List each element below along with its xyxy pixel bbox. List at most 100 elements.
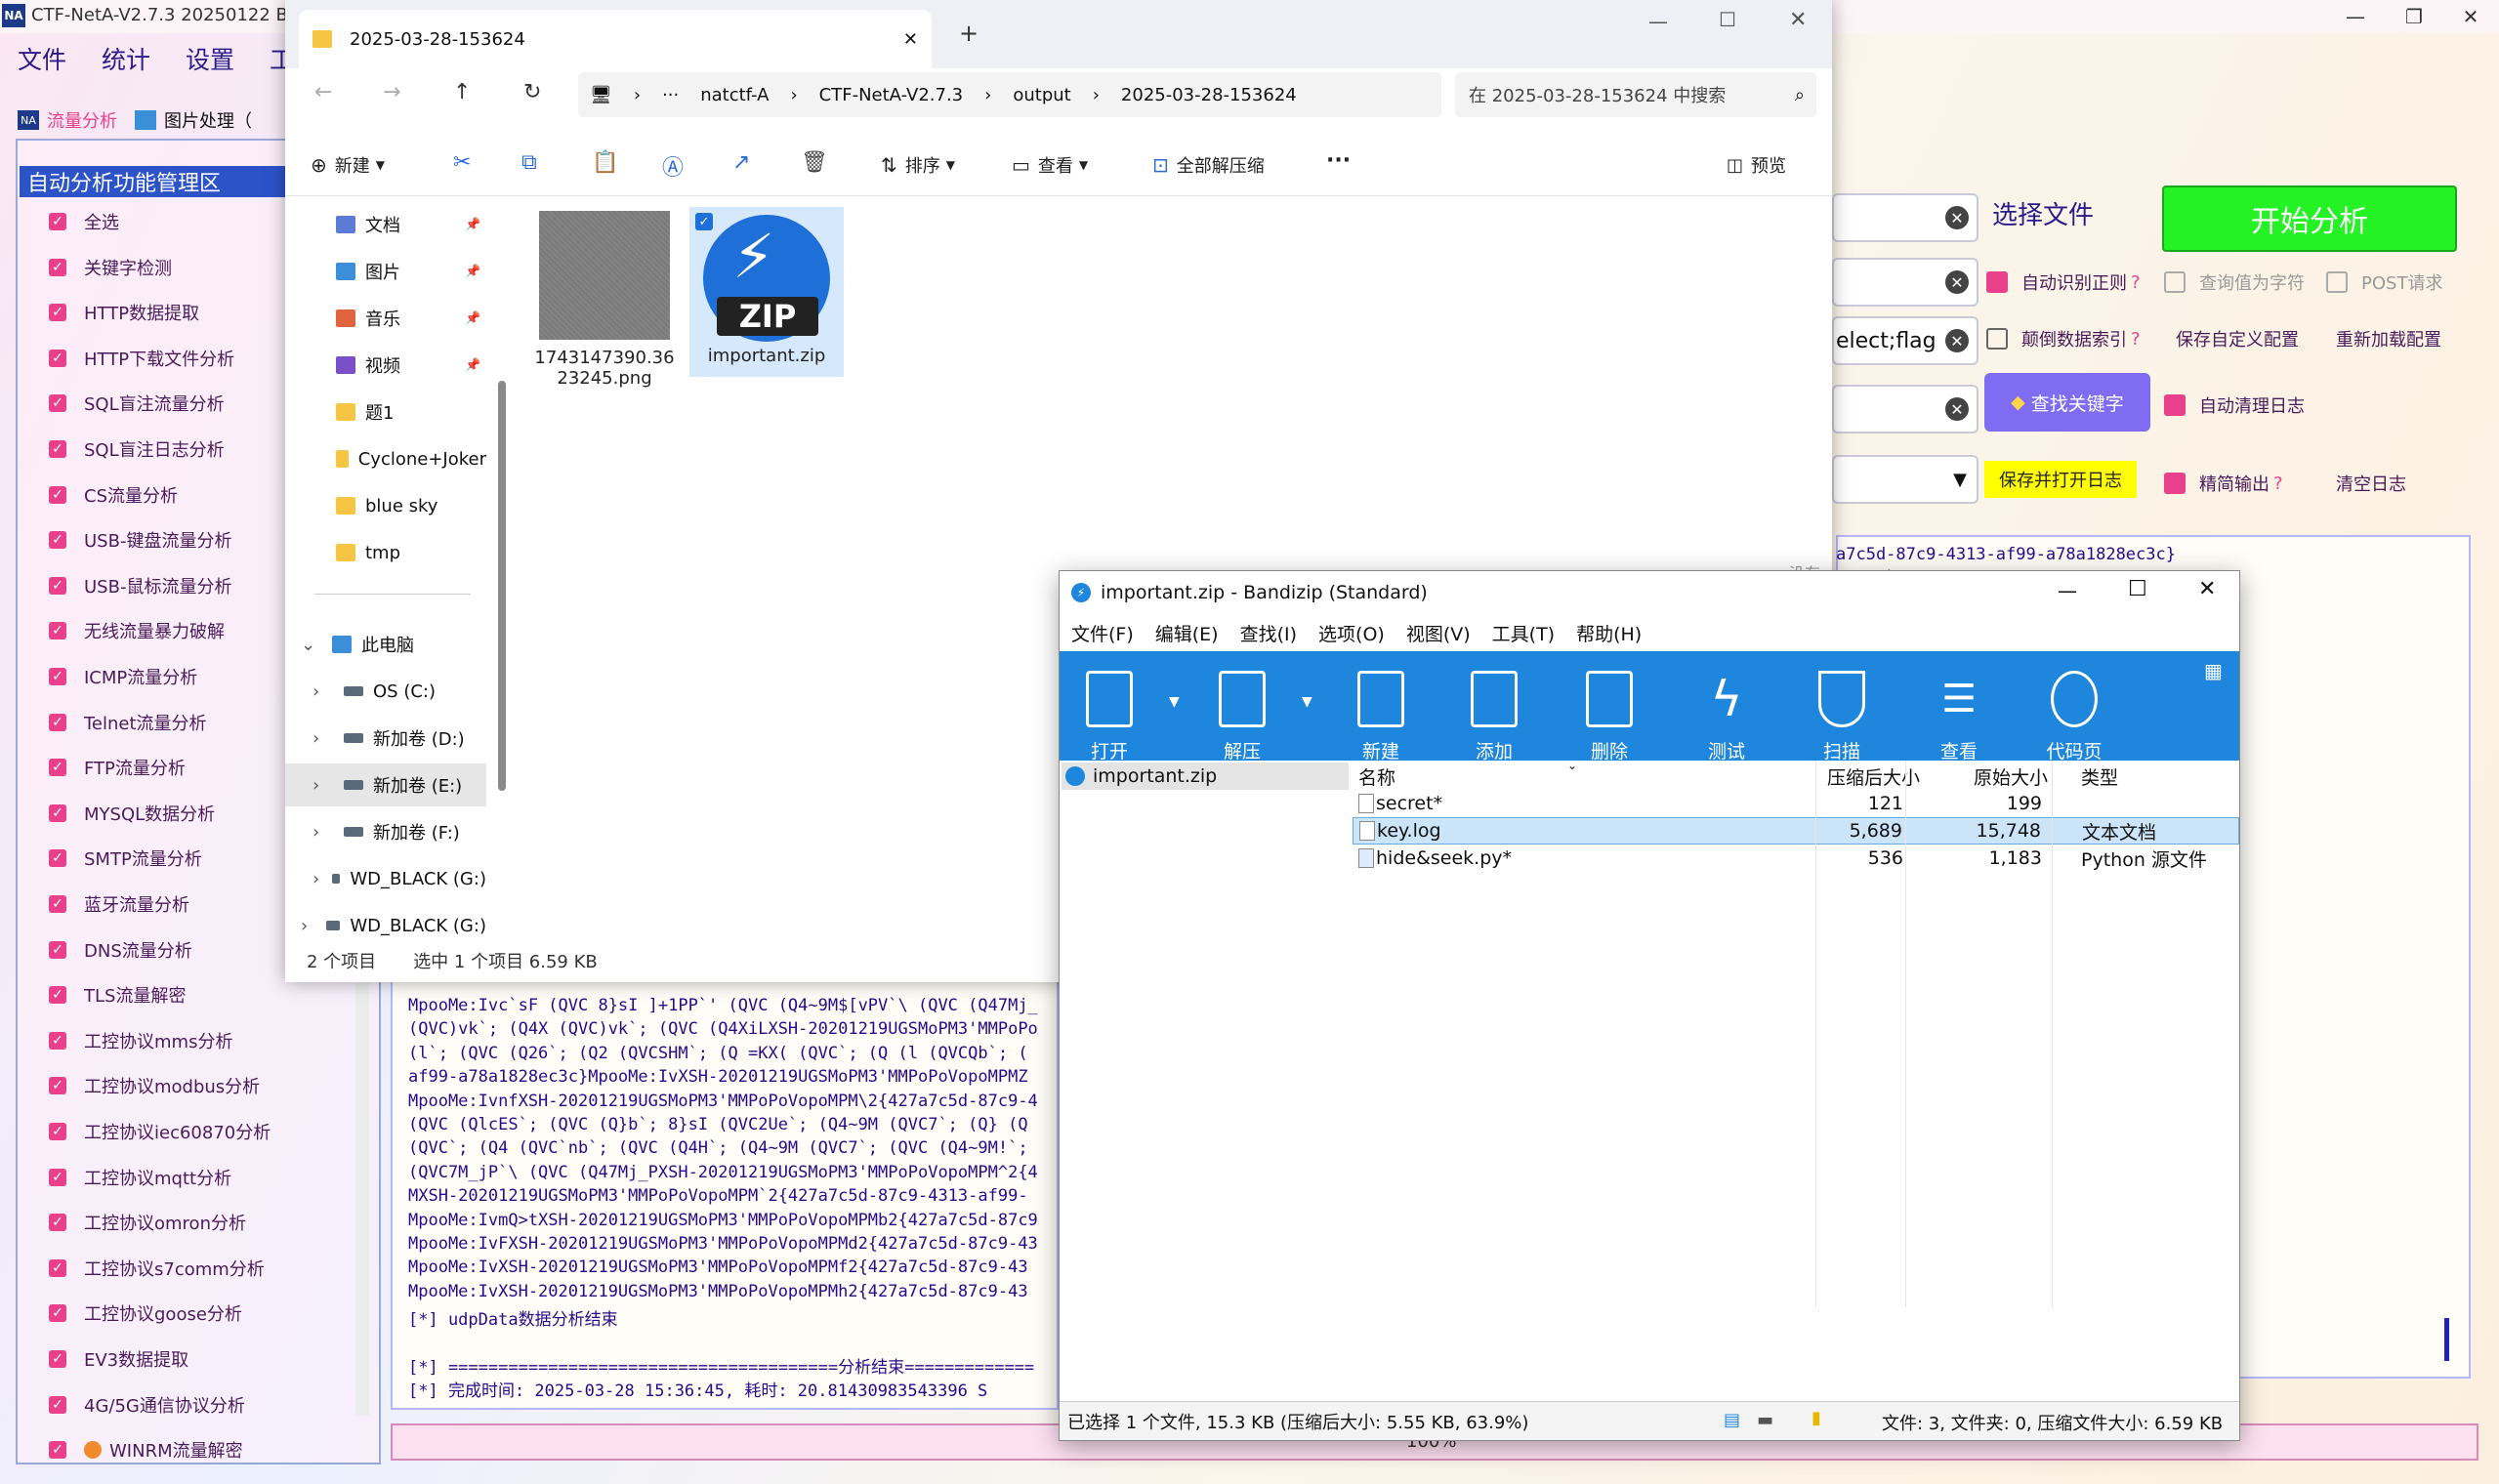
reload-config-button[interactable]: 重新加载配置 <box>2336 326 2441 351</box>
file-zip[interactable]: ✓ ⚡ ZIP important.zip <box>689 207 844 377</box>
panel-item[interactable]: ✓ 全选 <box>49 207 119 236</box>
help-icon[interactable]: ? <box>2131 329 2141 350</box>
bz-menu-file[interactable]: 文件(F) <box>1071 620 1134 646</box>
explorer-search-input[interactable]: 在 2025-03-28-153624 中搜索 ⌕ <box>1455 72 1816 117</box>
back-arrow-icon[interactable]: ← <box>314 80 332 104</box>
search-input[interactable]: ✕ <box>1832 385 1978 433</box>
explorer-close-icon[interactable]: ✕ <box>1789 8 1807 32</box>
clear-log-button[interactable]: 清空日志 <box>2336 471 2406 496</box>
panel-item[interactable]: ✓ USB-鼠标流量分析 <box>49 571 231 600</box>
file-path-input[interactable]: ✕ <box>1832 193 1978 242</box>
sidebar-item[interactable]: Cyclone+Joker <box>285 437 486 480</box>
panel-item[interactable]: ✓ ICMP流量分析 <box>49 662 197 691</box>
bz-delete-button[interactable]: 删除 <box>1565 663 1653 763</box>
bandizip-close-icon[interactable]: ✕ <box>2198 577 2216 601</box>
panel-item[interactable]: ✓ USB-键盘流量分析 <box>49 525 231 555</box>
panel-item[interactable]: ✓ HTTP下载文件分析 <box>49 344 234 373</box>
bandizip-maximize-icon[interactable]: ☐ <box>2128 577 2147 601</box>
panel-item[interactable]: ✓ 蓝牙流量分析 <box>49 889 189 919</box>
bz-menu-edit[interactable]: 编辑(E) <box>1155 620 1219 646</box>
sidebar-item[interactable]: ⌄ 此电脑 <box>285 623 486 666</box>
auto-regex-checkbox[interactable]: 自动识别正则 ? <box>1986 269 2141 295</box>
new-button[interactable]: ⊕ 新建 ▼ <box>311 152 385 178</box>
panel-item[interactable]: ✓ 关键字检测 <box>49 253 172 282</box>
chevron-right-icon[interactable]: › <box>312 822 332 843</box>
neta-maximize-icon[interactable]: ❐ <box>2385 0 2443 33</box>
sidebar-item[interactable]: tmp <box>285 531 486 574</box>
bz-menu-help[interactable]: 帮助(H) <box>1576 620 1642 646</box>
sidebar-scrollbar[interactable] <box>498 381 506 791</box>
tree-root-item[interactable]: important.zip <box>1062 763 1349 790</box>
layout-grid-icon[interactable]: ▦ <box>2204 659 2223 682</box>
clear-icon[interactable]: ✕ <box>1945 206 1969 229</box>
sidebar-item[interactable]: blue sky <box>285 484 486 527</box>
chevron-right-icon[interactable]: › <box>312 869 320 889</box>
panel-item[interactable]: ✓ DNS流量分析 <box>49 935 192 965</box>
bz-scan-button[interactable]: 扫描 <box>1798 663 1886 763</box>
sidebar-item[interactable]: 文档 📌 <box>285 203 486 246</box>
explorer-minimize-icon[interactable]: — <box>1648 10 1668 33</box>
choose-file-button[interactable]: 选择文件 <box>1992 195 2094 231</box>
sidebar-item[interactable]: 音乐 📌 <box>285 297 486 340</box>
clear-icon[interactable]: ✕ <box>1945 329 1969 352</box>
close-tab-icon[interactable]: ✕ <box>903 29 918 50</box>
chevron-down-icon[interactable]: ▼ <box>1302 694 1312 710</box>
chevron-right-icon[interactable]: › <box>312 775 332 796</box>
bz-test-button[interactable]: ϟ 测试 <box>1683 663 1770 763</box>
chevron-right-icon[interactable]: › <box>301 916 314 936</box>
bz-menu-view[interactable]: 视图(V) <box>1406 620 1471 646</box>
breadcrumb-item[interactable]: CTF-NetA-V2.7.3 <box>819 85 963 105</box>
panel-item[interactable]: ✓ EV3数据提取 <box>49 1344 188 1374</box>
paste-icon[interactable]: 📋 <box>592 150 618 175</box>
start-analysis-button[interactable]: 开始分析 <box>2162 186 2457 252</box>
sort-button[interactable]: ⇅ 排序 ▼ <box>881 152 955 178</box>
tab-image-processing[interactable]: 图片处理（ <box>135 107 252 133</box>
encoding-select[interactable]: ▼ <box>1832 455 1978 504</box>
bz-new-button[interactable]: 新建 <box>1337 663 1425 763</box>
bz-codepage-button[interactable]: 代码页 <box>2030 663 2118 763</box>
panel-item[interactable]: ✓ SMTP流量分析 <box>49 844 202 873</box>
panel-item[interactable]: ✓ CS流量分析 <box>49 480 178 510</box>
panel-item[interactable]: ✓ Telnet流量分析 <box>49 708 207 737</box>
table-row[interactable]: hide&seek.py* 536 1,183 Python 源文件 <box>1353 845 2239 872</box>
bz-menu-options[interactable]: 选项(O) <box>1318 620 1385 646</box>
address-bar[interactable]: 🖥 › ··· natctf-A › CTF-NetA-V2.7.3 › out… <box>578 72 1441 117</box>
icon-view-icon[interactable]: ▬ <box>1757 1410 1773 1430</box>
panel-item[interactable]: ✓ 工控协议modbus分析 <box>49 1071 260 1100</box>
bz-menu-find[interactable]: 查找(I) <box>1240 620 1297 646</box>
panel-item[interactable]: ✓ HTTP数据提取 <box>49 298 199 327</box>
sidebar-item[interactable]: 视频 📌 <box>285 344 486 387</box>
panel-item[interactable]: ✓ 4G/5G通信协议分析 <box>49 1390 245 1420</box>
panel-item[interactable]: ✓ WINRM流量解密 <box>49 1435 243 1464</box>
sidebar-item[interactable]: 题1 <box>285 391 486 433</box>
chevron-down-icon[interactable]: ⌄ <box>301 635 320 655</box>
panel-item[interactable]: ✓ 工控协议goose分析 <box>49 1298 242 1328</box>
column-size[interactable]: 原始大小 <box>1974 763 2048 790</box>
forward-arrow-icon[interactable]: → <box>383 80 400 104</box>
table-row[interactable]: secret* 121 199 <box>1353 790 2239 817</box>
sidebar-item[interactable]: › 新加卷 (E:) <box>285 763 486 806</box>
chevron-down-icon[interactable]: ▼ <box>1169 694 1180 710</box>
bz-open-button[interactable]: 打开 <box>1065 663 1153 763</box>
archive-icon[interactable]: ▮ <box>1812 1408 1821 1428</box>
keyword-input[interactable]: elect;flag ✕ <box>1832 316 1978 365</box>
extract-all-button[interactable]: ⊡ 全部解压缩 <box>1152 152 1265 178</box>
rename-icon[interactable]: Ⓐ <box>662 150 684 182</box>
cut-icon[interactable]: ✂ <box>453 150 471 175</box>
reverse-index-checkbox[interactable]: 颠倒数据索引 ? <box>1986 326 2141 351</box>
neta-menu-stats[interactable]: 统计 <box>102 41 150 76</box>
bz-view-button[interactable]: ☰ 查看 <box>1915 663 2003 763</box>
query-char-checkbox[interactable]: 查询值为字符 <box>2164 269 2305 295</box>
bz-add-button[interactable]: 添加 <box>1450 663 1538 763</box>
concise-output-checkbox[interactable]: 精简输出 ? <box>2164 471 2283 496</box>
right-log-scrollbar[interactable] <box>2444 1318 2449 1361</box>
panel-item[interactable]: ✓ SQL盲注流量分析 <box>49 389 225 418</box>
explorer-maximize-icon[interactable]: ☐ <box>1719 8 1736 31</box>
panel-item[interactable]: ✓ 工控协议omron分析 <box>49 1208 246 1237</box>
panel-item[interactable]: ✓ 工控协议mqtt分析 <box>49 1163 231 1192</box>
sidebar-item[interactable]: › 新加卷 (F:) <box>285 810 486 853</box>
column-name[interactable]: 名称 <box>1358 763 1395 790</box>
panel-item[interactable]: ✓ 工控协议iec60870分析 <box>49 1117 271 1146</box>
panel-item[interactable]: ✓ 工控协议s7comm分析 <box>49 1254 265 1283</box>
preview-button[interactable]: ◫ 预览 <box>1727 152 1786 178</box>
